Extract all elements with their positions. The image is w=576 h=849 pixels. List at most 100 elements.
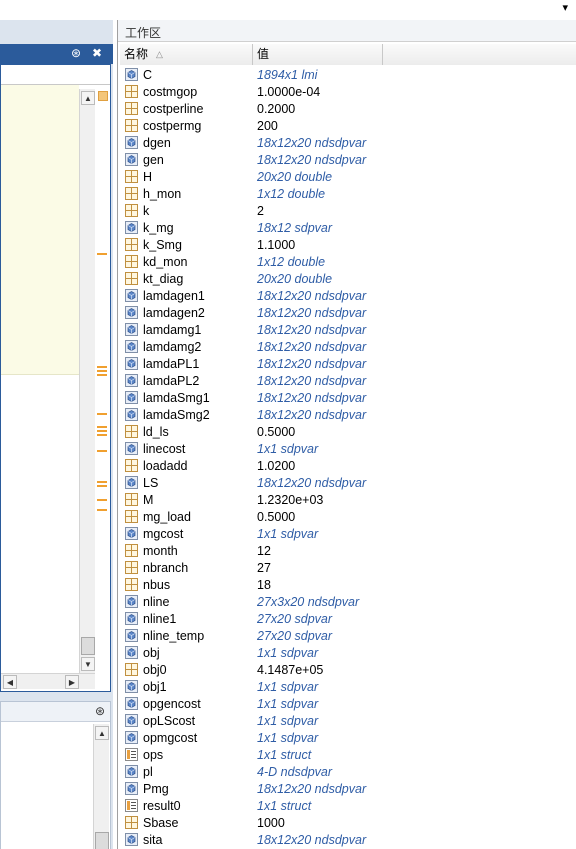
warning-marker[interactable] <box>97 481 107 483</box>
variable-row[interactable]: lamdamg1 18x12x20 ndsdpvar <box>120 322 576 339</box>
variable-row[interactable]: dgen 18x12x20 ndsdpvar <box>120 135 576 152</box>
editor-vertical-scrollbar[interactable]: ▲ ▼ <box>79 89 95 673</box>
scroll-right-icon[interactable]: ▶ <box>65 675 79 689</box>
sort-ascending-icon: △ <box>156 49 163 59</box>
warning-marker[interactable] <box>97 485 107 487</box>
variable-row[interactable]: k2 <box>120 203 576 220</box>
variable-row[interactable]: h_mon 1x12 double <box>120 186 576 203</box>
variable-row[interactable]: mg_load 0.5000 <box>120 509 576 526</box>
code-analyzer-marker-bar[interactable] <box>95 89 110 673</box>
variable-row[interactable]: M 1.2320e+03 <box>120 492 576 509</box>
variable-row[interactable]: nline_temp 27x20 sdpvar <box>120 628 576 645</box>
variable-row[interactable]: opmgcost 1x1 sdpvar <box>120 730 576 747</box>
variable-row[interactable]: opgencost 1x1 sdpvar <box>120 696 576 713</box>
variable-row[interactable]: result0 1x1 struct <box>120 798 576 815</box>
variable-row[interactable]: kt_diag 20x20 double <box>120 271 576 288</box>
warning-marker[interactable] <box>97 366 107 368</box>
variable-row[interactable]: kd_mon 1x12 double <box>120 254 576 271</box>
variable-name: k_mg <box>143 221 174 235</box>
variable-row[interactable]: ops 1x1 struct <box>120 747 576 764</box>
variable-name: M <box>143 493 154 507</box>
close-icon[interactable]: ✖ <box>92 46 102 60</box>
warning-marker[interactable] <box>97 253 107 255</box>
variable-row[interactable]: obj0 4.1487e+05 <box>120 662 576 679</box>
variable-row[interactable]: lamdaSmg2 18x12x20 ndsdpvar <box>120 407 576 424</box>
warning-marker[interactable] <box>97 370 107 372</box>
warning-marker[interactable] <box>97 499 107 501</box>
variable-row[interactable]: obj 1x1 sdpvar <box>120 645 576 662</box>
variable-row[interactable]: nbus 18 <box>120 577 576 594</box>
variable-row[interactable]: k_mg 18x12 sdpvar <box>120 220 576 237</box>
variable-name: lamdagen1 <box>143 289 205 303</box>
scroll-up-icon[interactable]: ▲ <box>81 91 95 105</box>
chevron-down-icon[interactable]: ▾ <box>562 1 568 14</box>
warning-marker[interactable] <box>97 413 107 415</box>
variable-row[interactable]: lamdagen2 18x12x20 ndsdpvar <box>120 305 576 322</box>
variable-row[interactable]: lamdamg2 18x12x20 ndsdpvar <box>120 339 576 356</box>
editor-text-area-lower[interactable] <box>1 375 79 671</box>
warning-marker[interactable] <box>97 426 107 428</box>
variable-row[interactable]: nline 27x3x20 ndsdpvar <box>120 594 576 611</box>
variable-value: 1.0200 <box>257 459 296 473</box>
column-header-name[interactable]: 名称 △ <box>120 44 253 65</box>
scroll-left-icon[interactable]: ◀ <box>3 675 17 689</box>
editor-text-area[interactable] <box>1 85 79 375</box>
warning-marker[interactable] <box>97 434 107 436</box>
object-variable-icon <box>125 357 138 370</box>
column-header-value[interactable]: 值 <box>253 44 383 65</box>
warning-indicator-icon[interactable] <box>98 91 108 101</box>
warning-marker[interactable] <box>97 509 107 511</box>
variable-value: 27x20 sdpvar <box>257 629 333 643</box>
warning-marker[interactable] <box>97 374 107 376</box>
variable-row[interactable]: lamdaPL1 18x12x20 ndsdpvar <box>120 356 576 373</box>
variable-row[interactable]: linecost 1x1 sdpvar <box>120 441 576 458</box>
secondary-vertical-scrollbar[interactable]: ▲ ▼ <box>93 724 109 849</box>
scroll-up-icon[interactable]: ▲ <box>95 726 109 740</box>
variable-row[interactable]: k_Smg 1.1000 <box>120 237 576 254</box>
editor-tab-strip[interactable] <box>1 65 110 85</box>
variable-name: obj <box>143 646 160 660</box>
variable-row[interactable]: lamdaPL2 18x12x20 ndsdpvar <box>120 373 576 390</box>
numeric-array-variable-icon <box>125 255 138 268</box>
editor-horizontal-scrollbar[interactable]: ◀ ▶ <box>1 673 95 689</box>
workspace-variable-list[interactable]: C 1894x1 lmi costmgop 1.0000e-04 costperline… <box>120 67 576 849</box>
editor-panel: ⊛ ✖ ▲ ▼ ◀ ▶ ⊛ ▲ <box>0 20 113 849</box>
variable-row[interactable]: Pmg 18x12x20 ndsdpvar <box>120 781 576 798</box>
variable-row[interactable]: opLScost 1x1 sdpvar <box>120 713 576 730</box>
numeric-array-variable-icon <box>125 663 138 676</box>
variable-row[interactable]: costperline 0.2000 <box>120 101 576 118</box>
variable-row[interactable]: nbranch 27 <box>120 560 576 577</box>
variable-row[interactable]: Sbase 1000 <box>120 815 576 832</box>
numeric-array-variable-icon <box>125 187 138 200</box>
scroll-thumb[interactable] <box>81 637 95 655</box>
variable-row[interactable]: lamdagen1 18x12x20 ndsdpvar <box>120 288 576 305</box>
variable-row[interactable]: lamdaSmg1 18x12x20 ndsdpvar <box>120 390 576 407</box>
variable-name: C <box>143 68 153 82</box>
workspace-title: 工作区 <box>125 26 162 40</box>
variable-row[interactable]: month 12 <box>120 543 576 560</box>
scroll-thumb[interactable] <box>95 832 109 849</box>
variable-value: 1x12 double <box>257 187 326 201</box>
variable-row[interactable]: sita 18x12x20 ndsdpvar <box>120 832 576 849</box>
variable-row[interactable]: costpermg 200 <box>120 118 576 135</box>
warning-marker[interactable] <box>97 430 107 432</box>
scroll-down-icon[interactable]: ▼ <box>81 657 95 671</box>
variable-row[interactable]: pl 4-D ndsdpvar <box>120 764 576 781</box>
warning-marker[interactable] <box>97 450 107 452</box>
object-variable-icon <box>125 527 138 540</box>
panel-options-icon[interactable]: ⊛ <box>71 46 81 60</box>
variable-row[interactable]: LS 18x12x20 ndsdpvar <box>120 475 576 492</box>
variable-row[interactable]: ld_ls 0.5000 <box>120 424 576 441</box>
variable-row[interactable]: costmgop 1.0000e-04 <box>120 84 576 101</box>
variable-row[interactable]: gen 18x12x20 ndsdpvar <box>120 152 576 169</box>
variable-row[interactable]: loadadd 1.0200 <box>120 458 576 475</box>
variable-row[interactable]: nline1 27x20 sdpvar <box>120 611 576 628</box>
variable-row[interactable]: H 20x20 double <box>120 169 576 186</box>
variable-row[interactable]: C 1894x1 lmi <box>120 67 576 84</box>
variable-value: 18x12x20 ndsdpvar <box>257 408 367 422</box>
variable-row[interactable]: obj1 1x1 sdpvar <box>120 679 576 696</box>
variable-name: result0 <box>143 799 181 813</box>
variable-row[interactable]: mgcost 1x1 sdpvar <box>120 526 576 543</box>
panel-options-icon[interactable]: ⊛ <box>95 704 105 718</box>
object-variable-icon <box>125 153 138 166</box>
